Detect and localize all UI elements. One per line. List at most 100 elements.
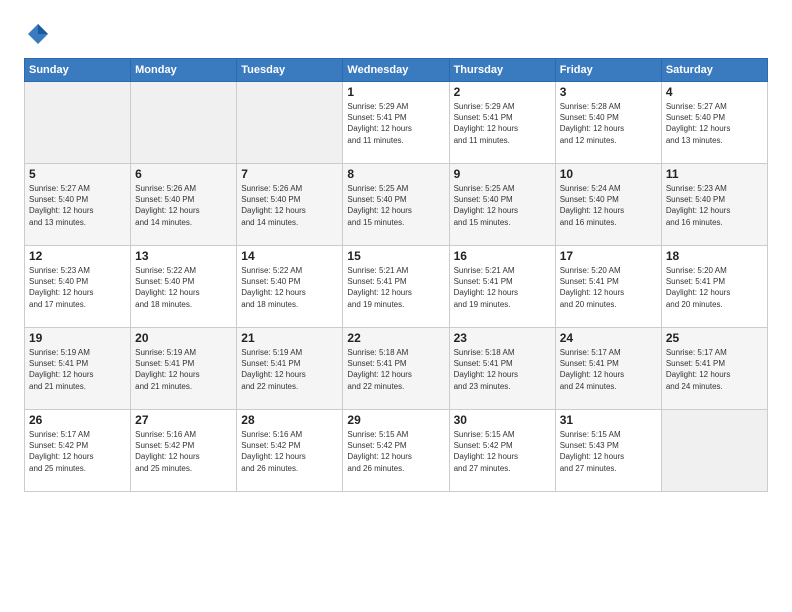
- day-number: 30: [454, 413, 551, 427]
- day-cell: 5 Sunrise: 5:27 AM Sunset: 5:40 PM Daylig…: [25, 164, 131, 246]
- day-info: Sunrise: 5:18 AM Sunset: 5:41 PM Dayligh…: [454, 347, 551, 392]
- day-info: Sunrise: 5:26 AM Sunset: 5:40 PM Dayligh…: [241, 183, 338, 228]
- day-number: 28: [241, 413, 338, 427]
- day-info: Sunrise: 5:16 AM Sunset: 5:42 PM Dayligh…: [135, 429, 232, 474]
- day-info: Sunrise: 5:15 AM Sunset: 5:43 PM Dayligh…: [560, 429, 657, 474]
- day-cell: 2Sunrise: 5:29 AM Sunset: 5:41 PM Daylig…: [449, 82, 555, 164]
- day-number: 23: [454, 331, 551, 345]
- day-info: Sunrise: 5:19 AM Sunset: 5:41 PM Dayligh…: [29, 347, 126, 392]
- day-number: 22: [347, 331, 444, 345]
- week-row-5: 26Sunrise: 5:17 AM Sunset: 5:42 PM Dayli…: [25, 410, 768, 492]
- day-number: 7: [241, 167, 338, 181]
- day-number: 16: [454, 249, 551, 263]
- week-row-1: 1 Sunrise: 5:29 AM Sunset: 5:41 PM Daylig…: [25, 82, 768, 164]
- day-cell: 29Sunrise: 5:15 AM Sunset: 5:42 PM Dayli…: [343, 410, 449, 492]
- day-cell: 31 Sunrise: 5:15 AM Sunset: 5:43 PM Dayli…: [555, 410, 661, 492]
- day-number: 25: [666, 331, 763, 345]
- header: [24, 20, 768, 48]
- weekday-monday: Monday: [131, 59, 237, 82]
- day-number: 13: [135, 249, 232, 263]
- day-info: Sunrise: 5:22 AM Sunset: 5:40 PM Dayligh…: [241, 265, 338, 310]
- day-cell: 14 Sunrise: 5:22 AM Sunset: 5:40 PM Dayli…: [237, 246, 343, 328]
- day-number: 27: [135, 413, 232, 427]
- day-info: Sunrise: 5:25 AM Sunset: 5:40 PM Dayligh…: [454, 183, 551, 228]
- day-cell: 7 Sunrise: 5:26 AM Sunset: 5:40 PM Daylig…: [237, 164, 343, 246]
- day-cell: 4Sunrise: 5:27 AM Sunset: 5:40 PM Daylig…: [661, 82, 767, 164]
- day-number: 20: [135, 331, 232, 345]
- day-number: 15: [347, 249, 444, 263]
- day-cell: 19 Sunrise: 5:19 AM Sunset: 5:41 PM Dayli…: [25, 328, 131, 410]
- day-cell: 20 Sunrise: 5:19 AM Sunset: 5:41 PM Dayli…: [131, 328, 237, 410]
- day-cell: 11 Sunrise: 5:23 AM Sunset: 5:40 PM Dayli…: [661, 164, 767, 246]
- day-info: Sunrise: 5:17 AM Sunset: 5:42 PM Dayligh…: [29, 429, 126, 474]
- day-cell: 8Sunrise: 5:25 AM Sunset: 5:40 PM Daylig…: [343, 164, 449, 246]
- day-cell: [131, 82, 237, 164]
- day-info: Sunrise: 5:17 AM Sunset: 5:41 PM Dayligh…: [666, 347, 763, 392]
- calendar-header: SundayMondayTuesdayWednesdayThursdayFrid…: [25, 59, 768, 82]
- day-info: Sunrise: 5:20 AM Sunset: 5:41 PM Dayligh…: [560, 265, 657, 310]
- day-info: Sunrise: 5:19 AM Sunset: 5:41 PM Dayligh…: [135, 347, 232, 392]
- logo-icon: [24, 20, 52, 48]
- day-info: Sunrise: 5:27 AM Sunset: 5:40 PM Dayligh…: [29, 183, 126, 228]
- day-number: 6: [135, 167, 232, 181]
- week-row-4: 19 Sunrise: 5:19 AM Sunset: 5:41 PM Dayli…: [25, 328, 768, 410]
- day-cell: 21 Sunrise: 5:19 AM Sunset: 5:41 PM Dayli…: [237, 328, 343, 410]
- day-info: Sunrise: 5:19 AM Sunset: 5:41 PM Dayligh…: [241, 347, 338, 392]
- calendar: SundayMondayTuesdayWednesdayThursdayFrid…: [24, 58, 768, 492]
- day-number: 4: [666, 85, 763, 99]
- calendar-body: 1 Sunrise: 5:29 AM Sunset: 5:41 PM Daylig…: [25, 82, 768, 492]
- day-cell: 18 Sunrise: 5:20 AM Sunset: 5:41 PM Dayli…: [661, 246, 767, 328]
- day-cell: 1 Sunrise: 5:29 AM Sunset: 5:41 PM Daylig…: [343, 82, 449, 164]
- day-number: 5: [29, 167, 126, 181]
- day-number: 14: [241, 249, 338, 263]
- day-cell: 24Sunrise: 5:17 AM Sunset: 5:41 PM Dayli…: [555, 328, 661, 410]
- day-info: Sunrise: 5:15 AM Sunset: 5:42 PM Dayligh…: [454, 429, 551, 474]
- day-cell: 12 Sunrise: 5:23 AM Sunset: 5:40 PM Dayli…: [25, 246, 131, 328]
- day-cell: [661, 410, 767, 492]
- day-cell: 17Sunrise: 5:20 AM Sunset: 5:41 PM Dayli…: [555, 246, 661, 328]
- day-number: 12: [29, 249, 126, 263]
- day-number: 8: [347, 167, 444, 181]
- day-number: 9: [454, 167, 551, 181]
- day-info: Sunrise: 5:26 AM Sunset: 5:40 PM Dayligh…: [135, 183, 232, 228]
- day-info: Sunrise: 5:29 AM Sunset: 5:41 PM Dayligh…: [347, 101, 444, 146]
- day-info: Sunrise: 5:16 AM Sunset: 5:42 PM Dayligh…: [241, 429, 338, 474]
- day-cell: 6 Sunrise: 5:26 AM Sunset: 5:40 PM Daylig…: [131, 164, 237, 246]
- day-number: 11: [666, 167, 763, 181]
- day-cell: 13Sunrise: 5:22 AM Sunset: 5:40 PM Dayli…: [131, 246, 237, 328]
- week-row-3: 12 Sunrise: 5:23 AM Sunset: 5:40 PM Dayli…: [25, 246, 768, 328]
- logo: [24, 20, 56, 48]
- day-cell: 26Sunrise: 5:17 AM Sunset: 5:42 PM Dayli…: [25, 410, 131, 492]
- day-info: Sunrise: 5:20 AM Sunset: 5:41 PM Dayligh…: [666, 265, 763, 310]
- day-cell: [25, 82, 131, 164]
- day-info: Sunrise: 5:21 AM Sunset: 5:41 PM Dayligh…: [454, 265, 551, 310]
- day-cell: 22 Sunrise: 5:18 AM Sunset: 5:41 PM Dayli…: [343, 328, 449, 410]
- day-number: 18: [666, 249, 763, 263]
- day-cell: 9 Sunrise: 5:25 AM Sunset: 5:40 PM Daylig…: [449, 164, 555, 246]
- day-info: Sunrise: 5:29 AM Sunset: 5:41 PM Dayligh…: [454, 101, 551, 146]
- day-number: 31: [560, 413, 657, 427]
- weekday-sunday: Sunday: [25, 59, 131, 82]
- day-number: 21: [241, 331, 338, 345]
- day-info: Sunrise: 5:17 AM Sunset: 5:41 PM Dayligh…: [560, 347, 657, 392]
- weekday-saturday: Saturday: [661, 59, 767, 82]
- day-info: Sunrise: 5:28 AM Sunset: 5:40 PM Dayligh…: [560, 101, 657, 146]
- day-cell: 27 Sunrise: 5:16 AM Sunset: 5:42 PM Dayli…: [131, 410, 237, 492]
- weekday-thursday: Thursday: [449, 59, 555, 82]
- day-cell: 28 Sunrise: 5:16 AM Sunset: 5:42 PM Dayli…: [237, 410, 343, 492]
- weekday-row: SundayMondayTuesdayWednesdayThursdayFrid…: [25, 59, 768, 82]
- day-info: Sunrise: 5:18 AM Sunset: 5:41 PM Dayligh…: [347, 347, 444, 392]
- day-info: Sunrise: 5:21 AM Sunset: 5:41 PM Dayligh…: [347, 265, 444, 310]
- day-cell: 3 Sunrise: 5:28 AM Sunset: 5:40 PM Daylig…: [555, 82, 661, 164]
- day-number: 19: [29, 331, 126, 345]
- day-info: Sunrise: 5:23 AM Sunset: 5:40 PM Dayligh…: [29, 265, 126, 310]
- week-row-2: 5 Sunrise: 5:27 AM Sunset: 5:40 PM Daylig…: [25, 164, 768, 246]
- weekday-wednesday: Wednesday: [343, 59, 449, 82]
- weekday-tuesday: Tuesday: [237, 59, 343, 82]
- day-info: Sunrise: 5:23 AM Sunset: 5:40 PM Dayligh…: [666, 183, 763, 228]
- day-number: 10: [560, 167, 657, 181]
- day-cell: 10 Sunrise: 5:24 AM Sunset: 5:40 PM Dayli…: [555, 164, 661, 246]
- day-number: 1: [347, 85, 444, 99]
- day-info: Sunrise: 5:24 AM Sunset: 5:40 PM Dayligh…: [560, 183, 657, 228]
- day-number: 3: [560, 85, 657, 99]
